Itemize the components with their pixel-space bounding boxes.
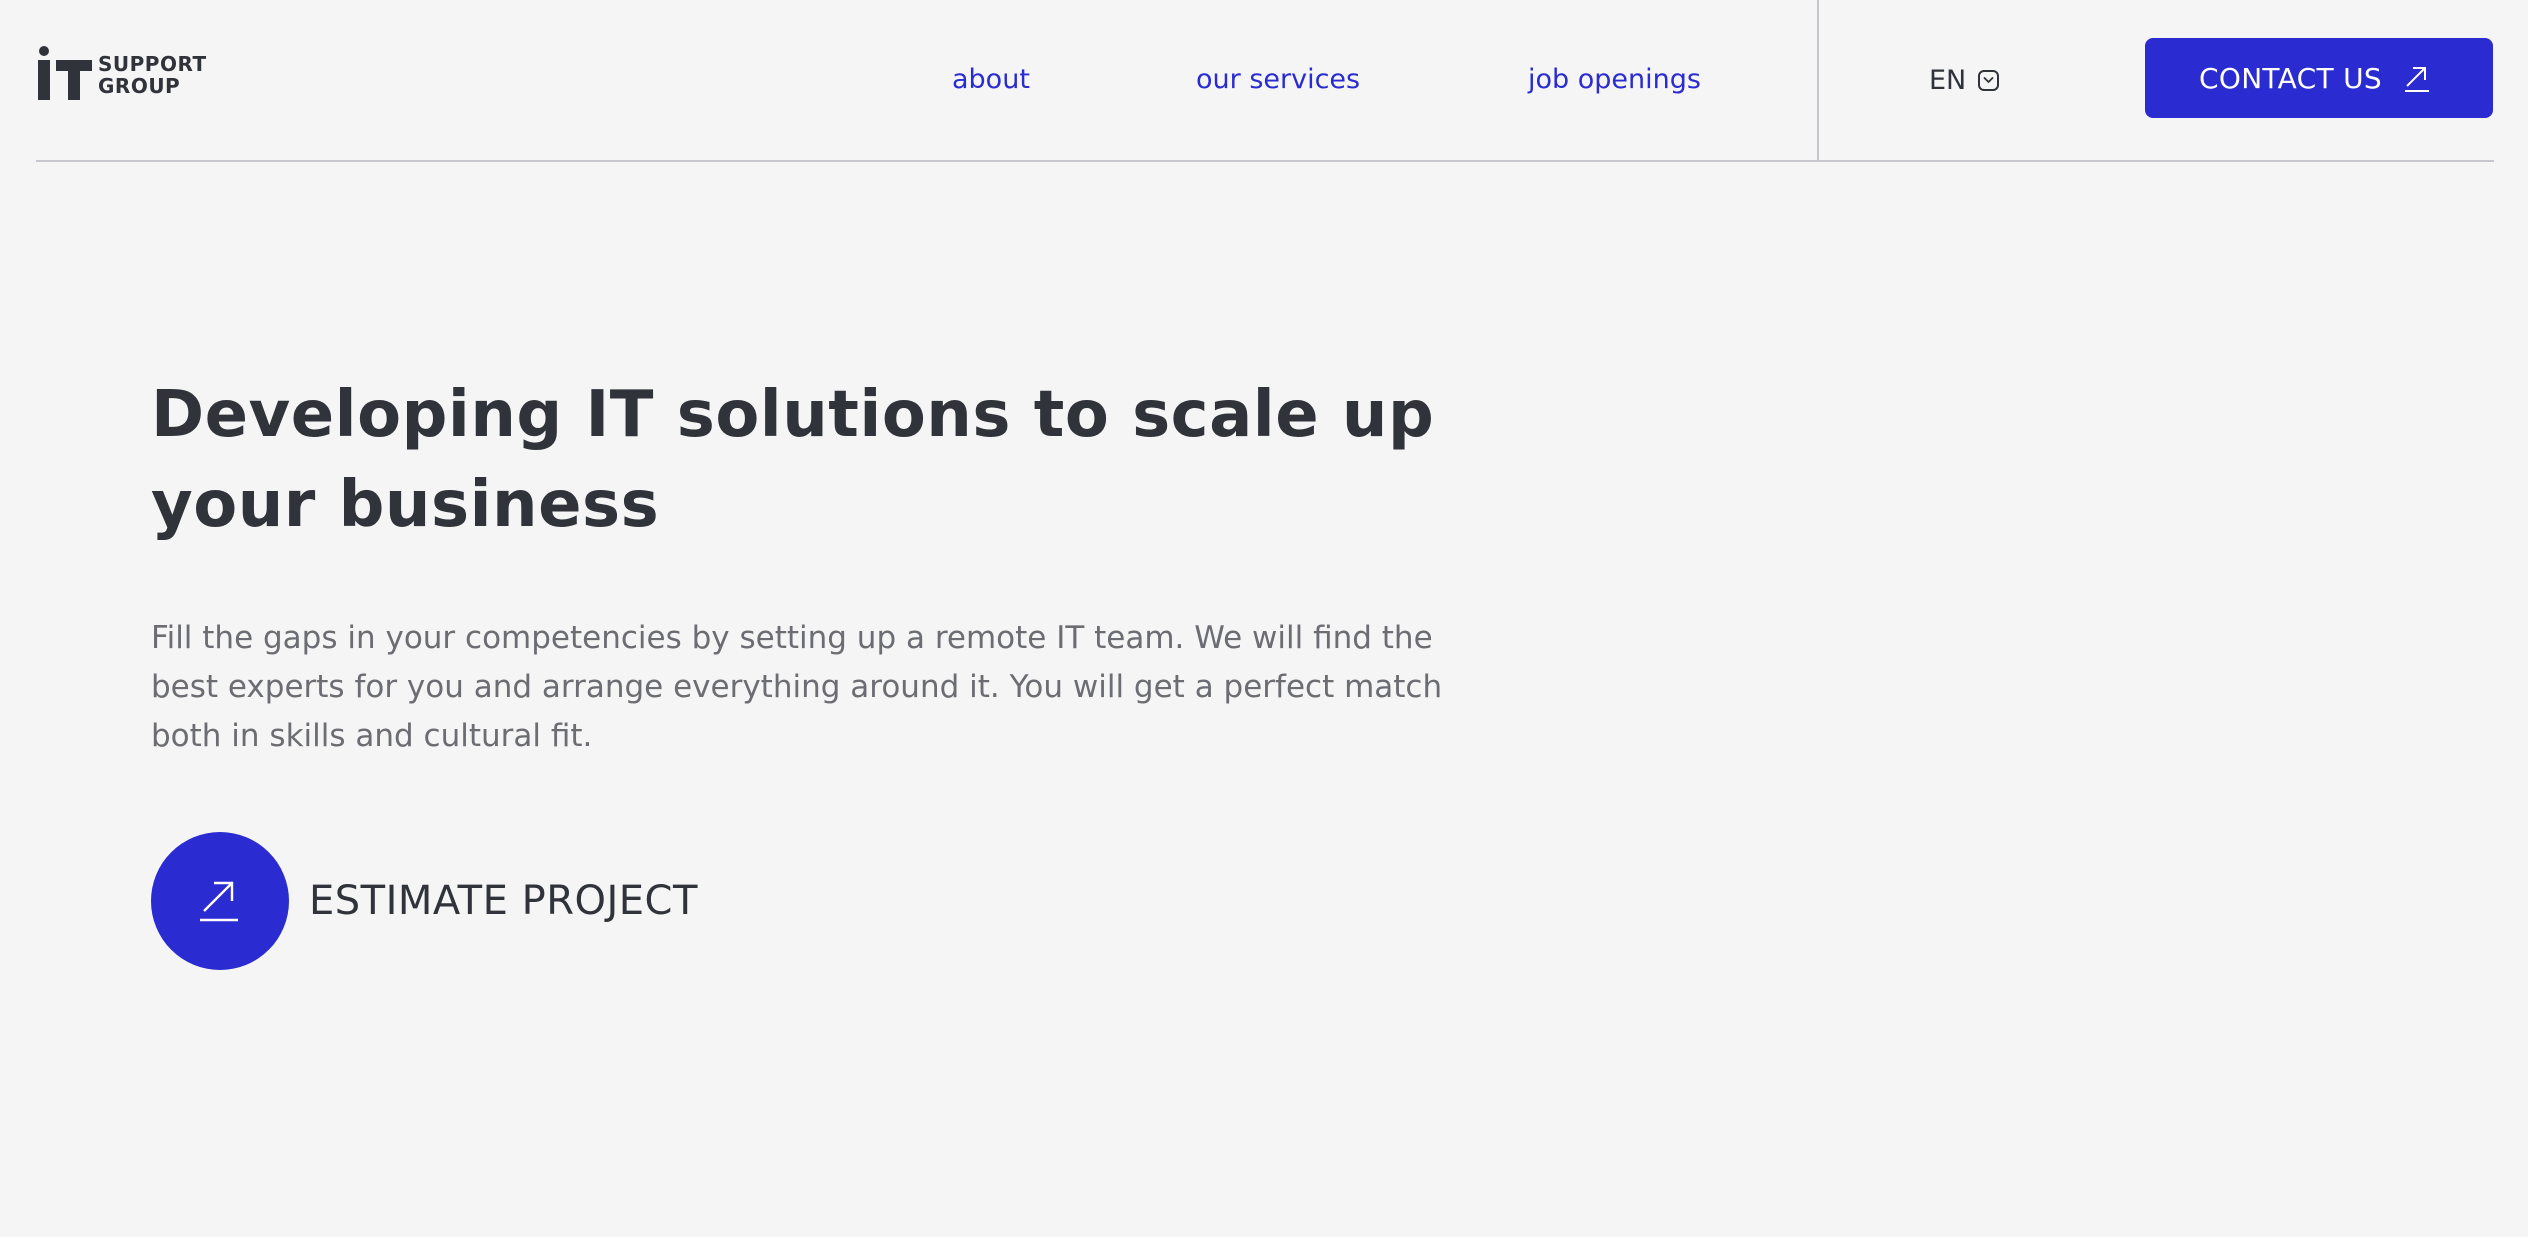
logo-line-2: GROUP [98, 74, 181, 98]
language-selector[interactable]: EN [1929, 60, 2000, 100]
arrow-up-right-icon [200, 881, 238, 922]
logo[interactable]: SUPPORT GROUP [36, 46, 207, 104]
hero-description: Fill the gaps in your competencies by se… [151, 620, 1443, 754]
contact-us-button[interactable]: CONTACT US [2145, 38, 2493, 118]
nav-link-our-services[interactable]: our services [1196, 60, 1360, 100]
estimate-project-circle[interactable] [151, 832, 289, 970]
language-label: EN [1929, 64, 1967, 96]
logo-text: SUPPORT GROUP [98, 53, 207, 97]
nav-link-job-openings[interactable]: job openings [1528, 60, 1701, 100]
site-header: SUPPORT GROUP about our services job ope… [0, 0, 2528, 162]
contact-us-label: CONTACT US [2199, 61, 2382, 95]
hero-title: Developing IT solutions to scale up your… [151, 378, 1435, 542]
arrow-up-right-icon [2405, 67, 2429, 92]
logo-line-1: SUPPORT [98, 52, 207, 76]
header-divider-vertical [1817, 0, 1819, 161]
chevron-down-icon [1978, 69, 2000, 91]
logo-mark [36, 46, 94, 104]
nav-link-about[interactable]: about [952, 60, 1030, 100]
header-divider [36, 160, 2494, 162]
estimate-project-button[interactable]: ESTIMATE PROJECT [151, 832, 698, 970]
estimate-project-label[interactable]: ESTIMATE PROJECT [309, 878, 698, 924]
